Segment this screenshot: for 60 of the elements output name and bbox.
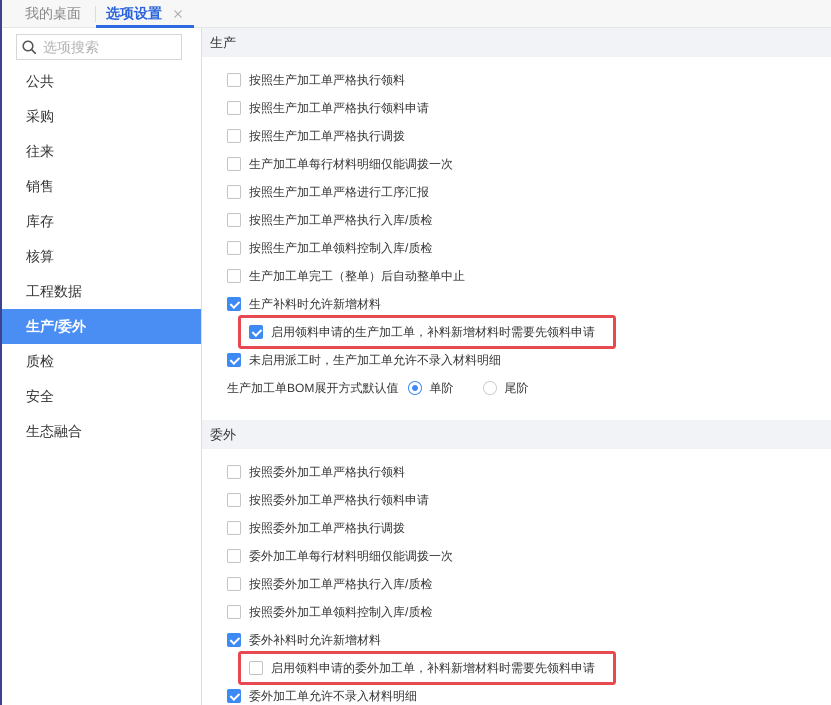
option-label: 按照生产加工单领料控制入库/质检 <box>249 242 432 254</box>
option-label: 按照委外加工单严格执行领料 <box>249 466 405 478</box>
checkbox[interactable] <box>227 521 241 535</box>
option-label: 启用领料申请的委外加工单，补料新增材料时需要先领料申请 <box>271 662 595 674</box>
checkbox[interactable] <box>227 269 241 283</box>
checkbox[interactable] <box>227 549 241 563</box>
checkbox[interactable] <box>227 633 241 647</box>
option-label: 生产补料时允许新增材料 <box>249 298 381 310</box>
search-icon <box>22 40 36 54</box>
sidebar-item[interactable]: 生态融合 <box>2 414 201 449</box>
checkbox[interactable] <box>227 493 241 507</box>
option-label: 生产加工单BOM展开方式默认值 <box>227 382 398 394</box>
option-label: 按照生产加工单严格进行工序汇报 <box>249 186 429 198</box>
option-label: 生产加工单完工（整单）后自动整单中止 <box>249 270 465 282</box>
checkbox[interactable] <box>227 185 241 199</box>
radio-label: 单阶 <box>429 382 454 394</box>
option-label: 按照委外加工单严格执行调拨 <box>249 522 405 534</box>
section-header: 委外 <box>202 420 831 449</box>
option-label: 委外加工单每行材料明细仅能调拨一次 <box>249 550 453 562</box>
option-label: 按照生产加工单严格执行领料申请 <box>249 102 429 114</box>
radio-label: 尾阶 <box>504 382 528 394</box>
option-label: 未启用派工时，生产加工单允许不录入材料明细 <box>249 354 501 366</box>
option-label: 委外加工单允许不录入材料明细 <box>249 690 417 702</box>
checkbox[interactable] <box>249 661 263 675</box>
radio-button[interactable] <box>408 381 422 395</box>
checkbox[interactable] <box>227 73 241 87</box>
sidebar-item[interactable]: 质检 <box>2 344 201 379</box>
checkbox[interactable] <box>227 353 241 367</box>
search-field[interactable]: 选项搜索 <box>16 34 182 60</box>
option-label: 委外补料时允许新增材料 <box>249 634 381 646</box>
option-label: 按照生产加工单严格执行入库/质检 <box>249 214 432 226</box>
checkbox[interactable] <box>249 325 263 339</box>
option-label: 生产加工单每行材料明细仅能调拨一次 <box>249 158 453 170</box>
close-icon[interactable] <box>174 10 182 18</box>
sidebar-item[interactable]: 安全 <box>2 379 201 414</box>
checkbox[interactable] <box>227 101 241 115</box>
sidebar-item[interactable]: 销售 <box>2 169 201 204</box>
checkbox[interactable] <box>227 157 241 171</box>
checkbox[interactable] <box>227 213 241 227</box>
checkbox[interactable] <box>227 297 241 311</box>
option-label: 按照委外加工单领料控制入库/质检 <box>249 606 432 618</box>
checkbox[interactable] <box>227 689 241 703</box>
checkbox[interactable] <box>227 241 241 255</box>
sidebar-item[interactable]: 库存 <box>2 204 201 239</box>
sidebar-item[interactable]: 工程数据 <box>2 274 201 309</box>
sidebar-item[interactable]: 核算 <box>2 239 201 274</box>
section-header: 生产 <box>202 28 831 57</box>
checkbox[interactable] <box>227 465 241 479</box>
option-label: 按照委外加工单严格执行领料申请 <box>249 494 429 506</box>
checkbox[interactable] <box>227 605 241 619</box>
option-label: 按照生产加工单严格执行领料 <box>249 74 405 86</box>
sidebar-item[interactable]: 采购 <box>2 99 201 134</box>
sidebar-item[interactable]: 公共 <box>2 64 201 99</box>
sidebar-item[interactable]: 往来 <box>2 134 201 169</box>
checkbox[interactable] <box>227 129 241 143</box>
option-label: 启用领料申请的生产加工单，补料新增材料时需要先领料申请 <box>271 326 595 338</box>
option-label: 按照生产加工单严格执行调拨 <box>249 130 405 142</box>
radio-button[interactable] <box>483 381 498 395</box>
option-label: 按照委外加工单严格执行入库/质检 <box>249 578 432 590</box>
checkbox[interactable] <box>227 577 241 591</box>
